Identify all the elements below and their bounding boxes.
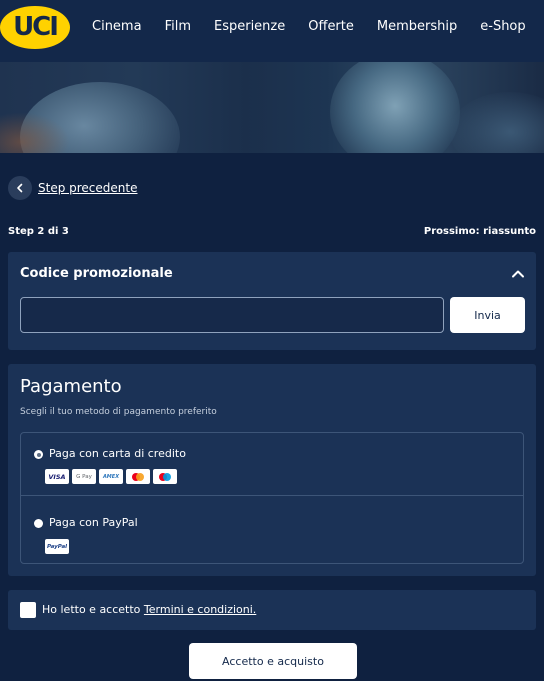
submit-promo-button[interactable]: Invia [450,297,525,333]
main-nav: Cinema Film Esperienze Offerte Membershi… [92,0,544,52]
accept-and-purchase-button[interactable]: Accetto e acquisto [189,643,357,679]
payment-title: Pagamento [20,376,122,397]
mastercard-icon [126,469,150,484]
nav-item-esperienze[interactable]: Esperienze [214,19,285,34]
promo-title: Codice promozionale [20,266,173,281]
nav-item-cinema[interactable]: Cinema [92,19,142,34]
paypal-icon: PayPal [45,539,69,554]
chevron-up-icon[interactable] [510,266,526,282]
movie-banner-image [0,62,544,153]
back-link-label[interactable]: Step precedente [38,181,137,195]
terms-prefix: Ho letto e accetto [42,603,144,616]
banner-shadow [450,92,544,153]
payment-method-paypal[interactable]: Paga con PayPal PayPal [21,496,523,564]
radio-paypal[interactable] [34,519,43,528]
payment-method-credit-card[interactable]: Paga con carta di credito VISA G Pay AME… [21,433,523,495]
nav-item-eshop[interactable]: e-Shop [480,19,525,34]
payment-panel: Pagamento Scegli il tuo metodo di pagame… [8,364,536,576]
google-pay-text: G Pay [76,473,92,480]
next-step-label: Prossimo: riassunto [423,226,536,237]
card-logos: VISA G Pay AMEX [45,469,180,484]
terms-text: Ho letto e accetto Termini e condizioni. [42,603,256,616]
banner-figure-right [330,62,460,153]
radio-credit-card[interactable] [34,450,43,459]
terms-link[interactable]: Termini e condizioni. [144,603,256,616]
site-header: UCI Cinema Film Esperienze Offerte Membe… [0,0,544,62]
payment-subtitle: Scegli il tuo metodo di pagamento prefer… [20,407,217,417]
uci-logo[interactable]: UCI [0,6,70,49]
payment-methods: Paga con carta di credito VISA G Pay AME… [20,432,524,564]
chevron-left-icon[interactable] [8,176,32,200]
terms-panel: Ho letto e accetto Termini e condizioni. [8,590,536,630]
amex-icon: AMEX [99,469,123,484]
visa-text: VISA [48,472,66,481]
banner-figure-edge [0,112,70,153]
google-pay-icon: G Pay [72,469,96,484]
maestro-icon [153,469,177,484]
step-indicator: Step 2 di 3 [8,226,69,237]
nav-item-offerte[interactable]: Offerte [308,19,354,34]
paypal-badge-text: PayPal [46,543,68,550]
promo-code-panel: Codice promozionale Invia [8,252,536,350]
terms-checkbox[interactable] [20,602,36,618]
logo-text: UCI [13,12,59,42]
visa-icon: VISA [45,469,69,484]
amex-text: AMEX [102,473,120,480]
promo-code-input[interactable] [20,297,444,333]
paypal-label: Paga con PayPal [49,516,138,529]
nav-item-film[interactable]: Film [165,19,191,34]
credit-card-label: Paga con carta di credito [49,447,186,460]
nav-item-membership[interactable]: Membership [377,19,457,34]
back-link[interactable]: Step precedente [8,176,137,200]
